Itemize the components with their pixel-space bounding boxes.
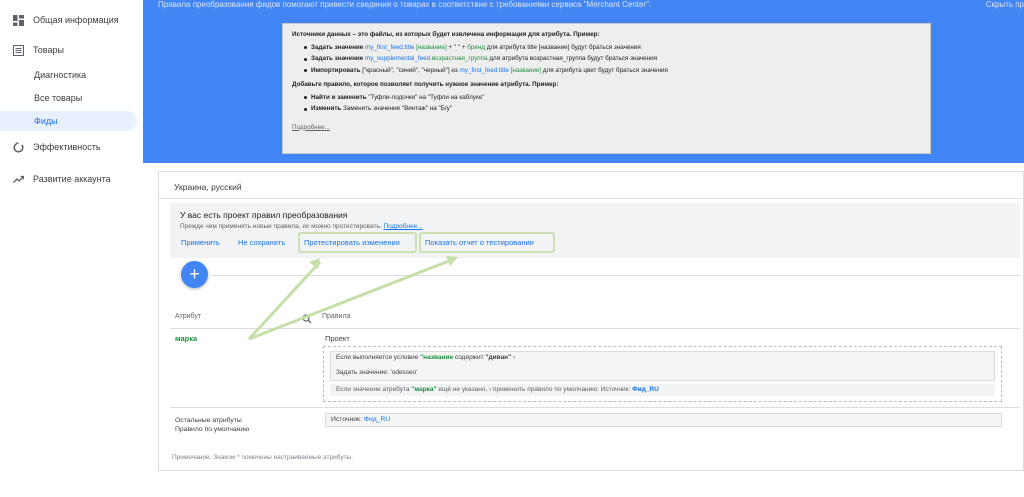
source-link[interactable]: Фид_RU (364, 416, 391, 423)
help-text: Заменить значение "Винтаж" на "Б/у" (341, 105, 453, 112)
help-bold: Задать значение (311, 43, 364, 51)
help-text: ["красный", "синий", "черный"] из (360, 66, 460, 74)
divider (158, 198, 1024, 199)
divider (170, 407, 1020, 408)
nav-sub-label: Все товары (34, 93, 83, 103)
divider (170, 328, 1020, 329)
banner-intro-text: Правила преобразования фидов помогают пр… (158, 0, 652, 9)
help-text: для атрибута title [название] будут брат… (485, 43, 641, 51)
help-feed-link: my_first_feed (365, 43, 403, 51)
attribute-name[interactable]: марка (175, 334, 197, 343)
rule-text: Задать значение: (336, 369, 391, 376)
default-rule-label: Правило по умолчанию (175, 426, 250, 433)
help-field: .title (497, 66, 509, 74)
rule-attr: "марка" (411, 386, 437, 393)
nav-sub-label: Диагностика (34, 70, 87, 80)
search-icon[interactable] (302, 311, 312, 329)
help-example: Изменить Заменить значение "Винтаж" на "… (304, 105, 921, 114)
apply-button[interactable]: Применить (181, 238, 220, 247)
nav-all-products[interactable]: Все товары (0, 88, 137, 108)
help-example: Найти и заменить "Туфли-лодочки" на "Туф… (304, 94, 921, 103)
nav-label: Товары (33, 45, 64, 55)
help-attr: [название] (416, 43, 447, 51)
column-header-attribute: Атрибут (175, 313, 202, 320)
help-attr: бренд (467, 43, 486, 51)
project-label: Проект (325, 334, 350, 343)
nav-diagnostics[interactable]: Диагностика (0, 65, 137, 85)
help-text: для атрибута возрастная_группа будут бра… (487, 55, 657, 62)
trending-up-icon (11, 172, 25, 186)
draft-title: У вас есть проект правил преобразования (180, 210, 348, 220)
list-icon (11, 43, 25, 57)
add-rule-button[interactable]: + (181, 261, 208, 288)
nav-sub-label: Фиды (34, 116, 58, 126)
feed-language: Украина, русский (174, 182, 242, 192)
nav-label: Развитие аккаунта (33, 174, 111, 184)
help-heading-sources: Источники данных – это файлы, из которых… (292, 31, 600, 38)
nav-label: Эффективность (33, 142, 101, 152)
help-attr: .возрастная_группа (430, 55, 488, 62)
nav-feeds[interactable]: Фиды (0, 111, 137, 131)
rule-attr: "название (420, 354, 454, 361)
help-example: Задать значение my_supplemental_feed.воз… (304, 55, 921, 64)
draft-subtitle: Прежде чем применять новые правила, их м… (180, 223, 423, 230)
nav-label: Общая информация (33, 15, 119, 25)
help-heading-rules: Добавьте правило, которое позволяет полу… (292, 81, 559, 88)
nav-performance[interactable]: Эффективность (0, 136, 101, 158)
draft-more-link[interactable]: Подробнее... (384, 223, 423, 230)
help-examples-sources: Задать значение my_first_feed.title [наз… (304, 44, 921, 76)
nav-products[interactable]: Товары (0, 39, 64, 61)
other-attributes-label: Остальные атрибуты (175, 417, 242, 424)
sidebar: Общая информация Товары Диагностика Все … (0, 0, 143, 497)
rule-value: "диван" (485, 354, 512, 361)
source-label: Источник: (331, 416, 364, 423)
help-box: Источники данных – это файлы, из которых… (282, 23, 931, 154)
help-bold: Импортировать (311, 66, 361, 74)
rule-default[interactable]: Если значение атрибута "марка" ещё не ук… (330, 384, 995, 396)
show-test-report-button[interactable]: Показать отчет о тестировании (425, 238, 534, 247)
rule-text: Если значение атрибута (336, 386, 412, 393)
nav-account-growth[interactable]: Развитие аккаунта (0, 168, 111, 190)
help-more-link[interactable]: Подробнее... (292, 124, 330, 133)
help-bold: Найти и заменить (311, 93, 367, 101)
footnote: Примечание. Знаком * помечены настраивае… (172, 454, 354, 461)
source-link[interactable]: Фид_RU (632, 386, 659, 393)
help-example: Задать значение my_first_feed.title [наз… (304, 44, 921, 53)
nav-overview[interactable]: Общая информация (0, 9, 119, 31)
help-feed-link: my_first_feed (459, 66, 498, 74)
draft-subtitle-text: Прежде чем применять новые правила, их м… (180, 223, 384, 230)
help-text: + " " + (446, 43, 468, 51)
hide-banner-link[interactable]: Скрыть пр (986, 0, 1024, 9)
rule-condition: Если выполняется условие "название содер… (336, 354, 515, 361)
help-text: для атрибута цвет будут браться значения (541, 66, 668, 74)
help-attr: [название] (508, 66, 542, 74)
help-field: .title (402, 43, 415, 51)
rule-text: › (511, 354, 516, 361)
help-bold: Задать значение (311, 55, 364, 62)
default-source-box[interactable]: Источник: Фид_RU (325, 413, 1002, 427)
help-text: "Туфли-лодочки" на "Туфли на каблуке" (366, 93, 485, 101)
divider (212, 275, 1020, 276)
rule-text: содержит (453, 354, 486, 361)
rule-value: 'odesseo' (390, 369, 418, 376)
test-changes-button[interactable]: Протестировать изменения (304, 238, 400, 247)
help-example: Импортировать ["красный", "синий", "черн… (304, 67, 921, 76)
rule-action: Задать значение: 'odesseo' (336, 369, 418, 376)
performance-icon (11, 140, 25, 154)
help-examples-rules: Найти и заменить "Туфли-лодочки" на "Туф… (304, 94, 921, 114)
column-header-rules: Правила (322, 313, 351, 320)
help-feed-link: my_supplemental_feed (365, 55, 431, 62)
dashboard-icon (11, 13, 25, 27)
rule-text: ещё не указано, › применить правило по у… (436, 386, 633, 393)
help-bold: Изменить (311, 105, 342, 112)
discard-button[interactable]: Не сохранять (238, 238, 285, 247)
rule-text: Если выполняется условие (336, 354, 421, 361)
